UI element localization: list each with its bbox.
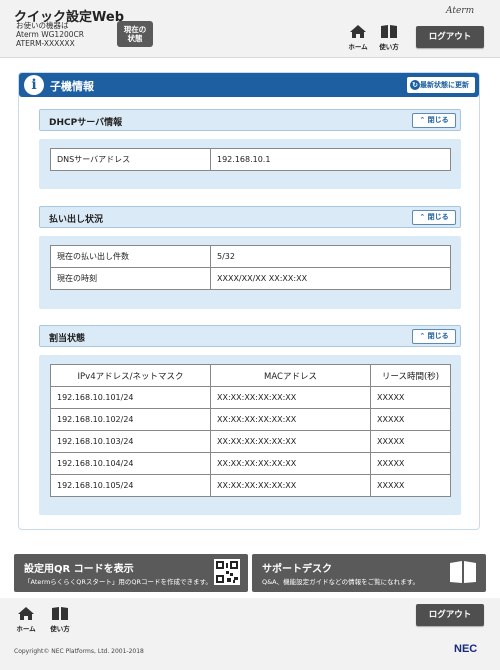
table-row: 192.168.10.102/24 XX:XX:XX:XX:XX:XX XXXX…	[50, 408, 451, 431]
copyright: Copyright© NEC Platforms, Ltd. 2001-2018	[14, 648, 144, 655]
lease-close-button[interactable]: ⌃ 閉じる	[412, 210, 456, 225]
device-label: お使いの機器は	[16, 21, 69, 30]
close-label: 閉じる	[427, 213, 449, 221]
book-icon	[450, 561, 476, 583]
mac-cell: XX:XX:XX:XX:XX:XX	[210, 408, 371, 431]
qr-card-title: 設定用QR コードを表示	[24, 564, 134, 575]
home-icon	[18, 607, 34, 620]
ip-cell: 192.168.10.104/24	[50, 452, 211, 475]
device-model: Aterm WG1200CR	[16, 30, 84, 39]
ip-cell: 192.168.10.101/24	[50, 386, 211, 409]
dhcp-section-body: DNSサーバアドレス 192.168.10.1	[39, 139, 461, 189]
table-row: 192.168.10.104/24 XX:XX:XX:XX:XX:XX XXXX…	[50, 452, 451, 475]
dns-label: DNSサーバアドレス	[50, 148, 211, 171]
lease-cell: XXXXX	[370, 408, 451, 431]
qr-card-desc: 「AtermらくらくQRスタート」用のQRコードを作成できます。	[24, 578, 212, 586]
assignment-section: 割当状態 ⌃ 閉じる IPv4アドレス/ネットマスク MACアドレス リース時間…	[39, 325, 461, 515]
support-card-desc: Q&A、機能設定ガイドなどの情報をご覧になれます。	[262, 578, 419, 586]
lease-section-header: 払い出し状況 ⌃ 閉じる	[39, 206, 461, 228]
footer-logout-button[interactable]: ログアウト	[416, 604, 484, 626]
assignment-table: IPv4アドレス/ネットマスク MACアドレス リース時間(秒) 192.168…	[50, 364, 451, 497]
logout-button[interactable]: ログアウト	[416, 26, 484, 48]
ip-cell: 192.168.10.102/24	[50, 408, 211, 431]
aterm-logo: Aterm	[446, 6, 475, 16]
close-label: 閉じる	[427, 332, 449, 340]
status-button-line2: 状態	[127, 34, 143, 43]
current-time-label: 現在の時刻	[50, 267, 211, 290]
dhcp-section: DHCPサーバ情報 ⌃ 閉じる DNSサーバアドレス 192.168.10.1	[39, 109, 461, 189]
assignment-section-body: IPv4アドレス/ネットマスク MACアドレス リース時間(秒) 192.168…	[39, 355, 461, 515]
footer: ホーム 使い方 ログアウト Copyright© NEC Platforms, …	[0, 598, 500, 670]
lease-cell: XXXXX	[370, 386, 451, 409]
lease-section-title: 払い出し状況	[49, 215, 104, 225]
status-button-line1: 現在の	[123, 25, 147, 34]
header: クイック設定Web お使いの機器は Aterm WG1200CR ATERM-X…	[0, 0, 500, 58]
home-label: ホーム	[16, 625, 36, 633]
table-row: 現在の払い出し件数 5/32	[50, 245, 451, 268]
ip-cell: 192.168.10.103/24	[50, 430, 211, 453]
lease-section-body: 現在の払い出し件数 5/32 現在の時刻 XXXX/XX/XX XX:XX:XX	[39, 236, 461, 309]
help-label: 使い方	[50, 625, 70, 633]
refresh-icon: ↻	[410, 80, 420, 90]
lease-cell: XXXXX	[370, 430, 451, 453]
column-header-lease: リース時間(秒)	[370, 364, 451, 387]
mac-cell: XX:XX:XX:XX:XX:XX	[210, 386, 371, 409]
home-label: ホーム	[348, 43, 368, 51]
nec-logo: NEC	[454, 643, 478, 655]
qr-code-icon	[214, 559, 240, 585]
footer-help-button[interactable]: 使い方	[48, 606, 72, 633]
support-desk-card[interactable]: サポートデスク Q&A、機能設定ガイドなどの情報をご覧になれます。	[252, 554, 486, 592]
lease-cell: XXXXX	[370, 452, 451, 475]
table-row: DNSサーバアドレス 192.168.10.1	[50, 148, 451, 171]
dns-value: 192.168.10.1	[210, 148, 451, 171]
device-info: お使いの機器は Aterm WG1200CR ATERM-XXXXXX	[16, 21, 84, 48]
help-button[interactable]: 使い方	[377, 24, 401, 51]
current-time-value: XXXX/XX/XX XX:XX:XX	[210, 267, 451, 290]
close-label: 閉じる	[427, 116, 449, 124]
support-card-title: サポートデスク	[262, 564, 332, 575]
device-name: ATERM-XXXXXX	[16, 39, 75, 48]
dhcp-close-button[interactable]: ⌃ 閉じる	[412, 113, 456, 128]
footer-home-button[interactable]: ホーム	[14, 606, 38, 633]
table-row: 192.168.10.101/24 XX:XX:XX:XX:XX:XX XXXX…	[50, 386, 451, 409]
table-row: 192.168.10.105/24 XX:XX:XX:XX:XX:XX XXXX…	[50, 474, 451, 497]
refresh-label: 最新状態に更新	[420, 81, 469, 89]
table-row: 現在の時刻 XXXX/XX/XX XX:XX:XX	[50, 267, 451, 290]
lease-status-section: 払い出し状況 ⌃ 閉じる 現在の払い出し件数 5/32 現在の時刻 XXXX/X…	[39, 206, 461, 309]
mac-cell: XX:XX:XX:XX:XX:XX	[210, 452, 371, 475]
lease-count-value: 5/32	[210, 245, 451, 268]
book-icon	[52, 607, 68, 620]
assignment-section-title: 割当状態	[49, 334, 86, 344]
panel-header: i 子機情報 ↻ 最新状態に更新	[19, 73, 479, 97]
refresh-button[interactable]: ↻ 最新状態に更新	[407, 77, 475, 93]
assignment-close-button[interactable]: ⌃ 閉じる	[412, 329, 456, 344]
info-icon: i	[24, 75, 44, 95]
home-button[interactable]: ホーム	[346, 24, 370, 51]
help-label: 使い方	[379, 43, 399, 51]
table-row: 192.168.10.103/24 XX:XX:XX:XX:XX:XX XXXX…	[50, 430, 451, 453]
book-icon	[381, 25, 397, 38]
column-header-mac: MACアドレス	[210, 364, 371, 387]
panel-title: 子機情報	[50, 80, 94, 93]
mac-cell: XX:XX:XX:XX:XX:XX	[210, 430, 371, 453]
ip-cell: 192.168.10.105/24	[50, 474, 211, 497]
dhcp-table: DNSサーバアドレス 192.168.10.1	[50, 148, 451, 171]
lease-table: 現在の払い出し件数 5/32 現在の時刻 XXXX/XX/XX XX:XX:XX	[50, 245, 451, 290]
dhcp-section-header: DHCPサーバ情報 ⌃ 閉じる	[39, 109, 461, 131]
home-icon	[350, 25, 366, 38]
main-panel: i 子機情報 ↻ 最新状態に更新 DHCPサーバ情報 ⌃ 閉じる DNSサーバア…	[18, 72, 480, 530]
assignment-section-header: 割当状態 ⌃ 閉じる	[39, 325, 461, 347]
dhcp-section-title: DHCPサーバ情報	[49, 118, 123, 128]
lease-cell: XXXXX	[370, 474, 451, 497]
current-status-button[interactable]: 現在の 状態	[117, 21, 153, 47]
mac-cell: XX:XX:XX:XX:XX:XX	[210, 474, 371, 497]
column-header-ip: IPv4アドレス/ネットマスク	[50, 364, 211, 387]
lease-count-label: 現在の払い出し件数	[50, 245, 211, 268]
table-header-row: IPv4アドレス/ネットマスク MACアドレス リース時間(秒)	[50, 364, 451, 387]
qr-code-card[interactable]: 設定用QR コードを表示 「AtermらくらくQRスタート」用のQRコードを作成…	[14, 554, 248, 592]
